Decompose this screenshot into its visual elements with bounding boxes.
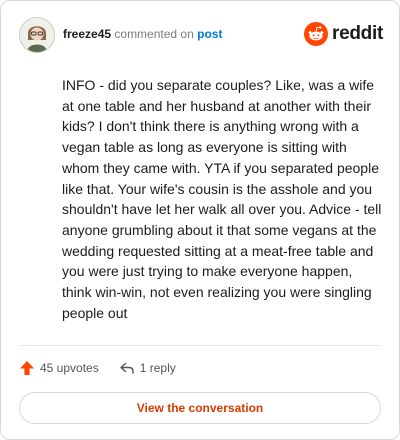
action-text: commented on (114, 27, 194, 41)
upvote-arrow-icon (20, 361, 34, 375)
user-avatar[interactable] (19, 17, 55, 53)
post-link[interactable]: post (197, 27, 222, 41)
reddit-wordmark: reddit (332, 23, 383, 44)
username[interactable]: freeze45 (63, 27, 111, 41)
upvote-count[interactable]: 45 upvotes (19, 360, 99, 376)
reply-count[interactable]: 1 reply (119, 360, 176, 376)
avatar-icon (20, 18, 54, 52)
comment-meta: freeze45 commented on post (63, 27, 222, 41)
reply-icon (120, 362, 134, 374)
comment-body: INFO - did you separate couples? Like, w… (62, 77, 382, 321)
view-conversation-button[interactable]: View the conversation (19, 392, 381, 424)
comment-stats: 45 upvotes 1 reply (19, 358, 176, 378)
upvotes-label: 45 upvotes (40, 361, 99, 375)
comment-header: freeze45 commented on post reddit (19, 17, 383, 53)
reddit-brand[interactable]: reddit (304, 21, 383, 47)
replies-label: 1 reply (139, 361, 176, 375)
reddit-logo-icon (304, 22, 329, 46)
divider (19, 345, 381, 346)
comment-card: freeze45 commented on post reddit INFO -… (0, 0, 400, 440)
